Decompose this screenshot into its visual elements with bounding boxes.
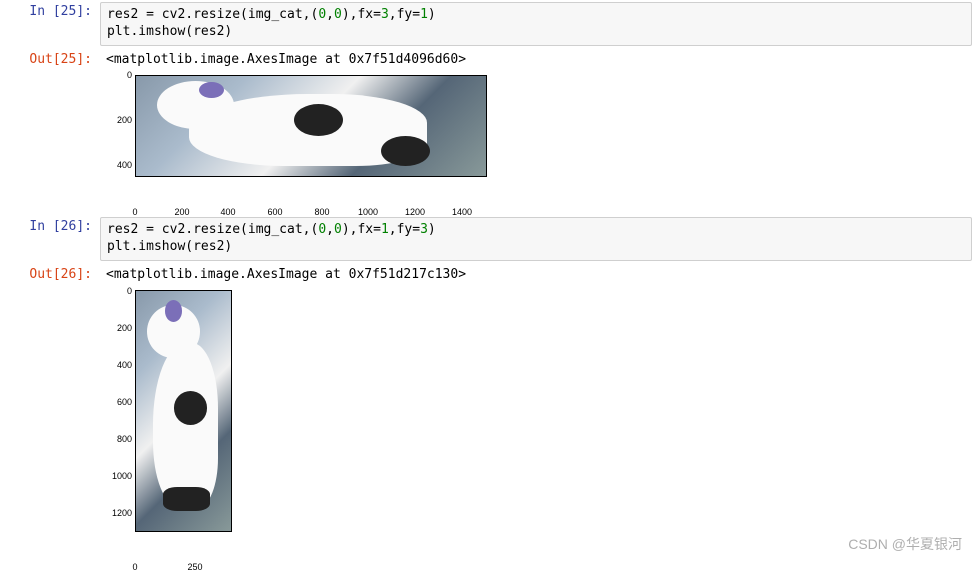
ytick: 200 bbox=[106, 323, 132, 333]
code-line: plt.imshow(res2) bbox=[107, 24, 232, 39]
figure-wide: 0 200 400 0 200 400 600 800 1000 1200 14… bbox=[100, 75, 500, 205]
axes-image-wide bbox=[135, 75, 487, 177]
code-input-26[interactable]: res2 = cv2.resize(img_cat,(0,0),fx=1,fy=… bbox=[100, 217, 972, 261]
ytick: 200 bbox=[106, 115, 132, 125]
in-prompt-25: In [25]: bbox=[0, 0, 100, 48]
code-input-25[interactable]: res2 = cv2.resize(img_cat,(0,0),fx=3,fy=… bbox=[100, 2, 972, 46]
ytick: 1000 bbox=[106, 471, 132, 481]
cell-26-input: In [26]: res2 = cv2.resize(img_cat,(0,0)… bbox=[0, 215, 974, 263]
xtick: 400 bbox=[220, 207, 235, 217]
ytick: 600 bbox=[106, 397, 132, 407]
out-prompt-25: Out[25]: bbox=[0, 48, 100, 71]
ytick: 400 bbox=[106, 360, 132, 370]
xtick: 0 bbox=[132, 207, 137, 217]
in-prompt-26: In [26]: bbox=[0, 215, 100, 263]
ytick: 400 bbox=[106, 160, 132, 170]
code-line: res2 = cv2.resize(img_cat,(0,0),fx=1,fy=… bbox=[107, 222, 436, 237]
cell-26-output: Out[26]: <matplotlib.image.AxesImage at … bbox=[0, 263, 974, 286]
ytick: 1200 bbox=[106, 508, 132, 518]
xtick: 200 bbox=[174, 207, 189, 217]
plot-26: 0 200 400 600 800 1000 1200 0 250 bbox=[0, 290, 974, 560]
xtick: 250 bbox=[187, 562, 202, 572]
xtick: 1000 bbox=[358, 207, 378, 217]
cell-25-output: Out[25]: <matplotlib.image.AxesImage at … bbox=[0, 48, 974, 71]
xtick: 800 bbox=[314, 207, 329, 217]
out-prompt-26: Out[26]: bbox=[0, 263, 100, 286]
xtick: 1400 bbox=[452, 207, 472, 217]
code-line: plt.imshow(res2) bbox=[107, 239, 232, 254]
axes-image-tall bbox=[135, 290, 232, 532]
xtick: 600 bbox=[267, 207, 282, 217]
ytick: 0 bbox=[106, 70, 132, 80]
xtick: 0 bbox=[132, 562, 137, 572]
figure-tall: 0 200 400 600 800 1000 1200 0 250 bbox=[100, 290, 250, 560]
watermark: CSDN @华夏银河 bbox=[848, 534, 962, 554]
xtick: 1200 bbox=[405, 207, 425, 217]
code-line: res2 = cv2.resize(img_cat,(0,0),fx=3,fy=… bbox=[107, 7, 436, 22]
ytick: 800 bbox=[106, 434, 132, 444]
ytick: 0 bbox=[106, 286, 132, 296]
cell-25-input: In [25]: res2 = cv2.resize(img_cat,(0,0)… bbox=[0, 0, 974, 48]
output-text-25: <matplotlib.image.AxesImage at 0x7f51d40… bbox=[100, 48, 974, 71]
output-text-26: <matplotlib.image.AxesImage at 0x7f51d21… bbox=[100, 263, 974, 286]
plot-25: 0 200 400 0 200 400 600 800 1000 1200 14… bbox=[0, 75, 974, 205]
